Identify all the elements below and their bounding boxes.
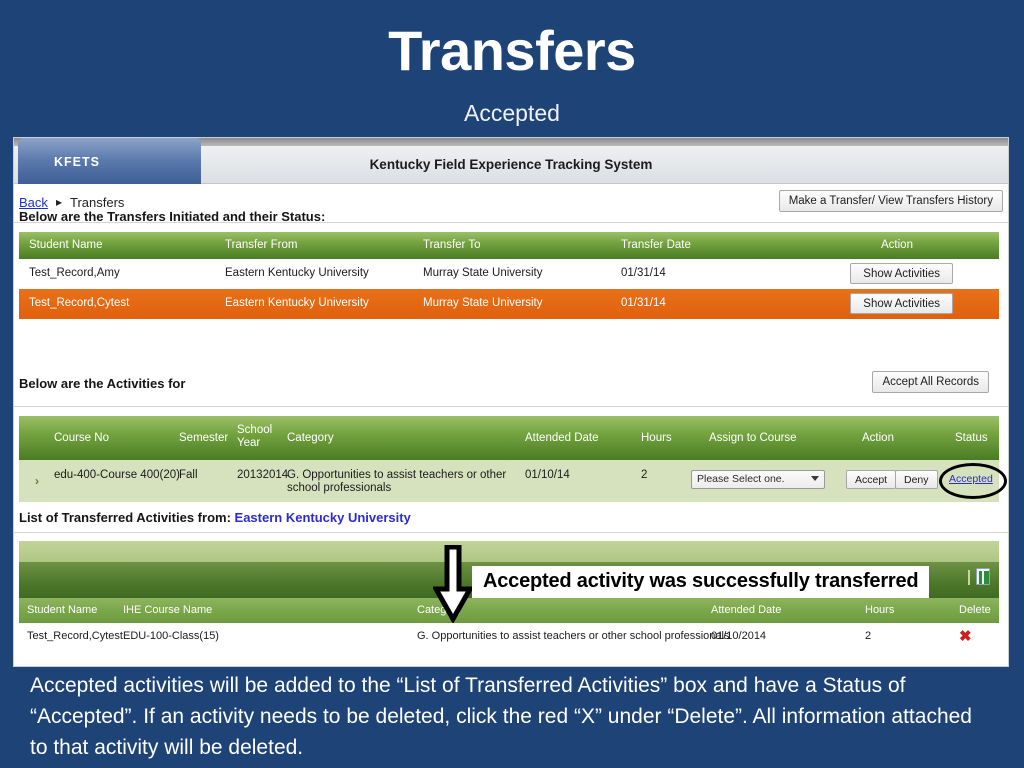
chevron-right-icon: ▸ <box>56 195 63 209</box>
cell-transfer-to: Murray State University <box>423 267 543 279</box>
cell-attended-date: 01/10/14 <box>525 469 570 481</box>
cell-category: G. Opportunities to assist teachers or o… <box>287 469 507 494</box>
column-header-action: Action <box>881 239 913 251</box>
column-header-semester: Semester <box>179 432 229 444</box>
page-title: Transfers <box>388 19 636 82</box>
activities-table: Course No Semester School Year Category A… <box>19 416 1007 502</box>
column-header-attended-date: Attended Date <box>525 432 599 444</box>
cell-course-no: edu-400-Course 400(20) <box>54 469 180 481</box>
kfets-tab-label: KFETS <box>54 155 100 169</box>
divider <box>14 532 1008 533</box>
accept-button[interactable]: Accept <box>846 470 897 489</box>
callout-annotation: Accepted activity was successfully trans… <box>472 566 930 598</box>
cell-school-year: 20132014 <box>237 469 289 481</box>
transferred-label-university: Eastern Kentucky University <box>234 510 411 525</box>
table-row[interactable]: › edu-400-Course 400(20) Fall 20132014 G… <box>19 460 1007 502</box>
cell-transfer-date: 01/31/14 <box>621 267 666 279</box>
cell-transfer-to: Murray State University <box>423 297 543 309</box>
column-header-transfer-to: Transfer To <box>423 239 481 251</box>
cell-student-name: Test_Record,Amy <box>29 267 120 279</box>
cell-hours: 2 <box>865 630 872 642</box>
table-toolbar-band-light <box>19 541 999 562</box>
delete-row-icon[interactable]: ✖ <box>959 627 972 645</box>
breadcrumb-current: Transfers <box>70 195 125 210</box>
column-header-ihe-course-name: IHE Course Name <box>123 604 213 616</box>
expand-row-icon[interactable]: › <box>27 460 47 502</box>
assign-to-course-value: Please Select one. <box>697 473 785 485</box>
page-subtitle: Accepted <box>464 100 560 126</box>
deny-button[interactable]: Deny <box>895 470 938 489</box>
accept-all-records-button[interactable]: Accept All Records <box>872 371 989 393</box>
column-header-status: Status <box>955 432 988 444</box>
column-header-school-year: School Year <box>237 424 273 449</box>
cell-attended-date: 01/10/2014 <box>711 630 767 642</box>
column-header-transfer-from: Transfer From <box>225 239 298 251</box>
table-header-row: Course No Semester School Year Category A… <box>19 416 999 460</box>
table-header-row: Student Name Transfer From Transfer To T… <box>19 232 999 259</box>
make-transfer-button[interactable]: Make a Transfer/ View Transfers History <box>778 190 1003 212</box>
transfers-table: Student Name Transfer From Transfer To T… <box>19 232 999 319</box>
table-row[interactable]: Test_Record,Cytest Eastern Kentucky Univ… <box>19 289 999 319</box>
column-header-category: Category <box>287 432 334 444</box>
table-row[interactable]: Test_Record,Cytest EDU-100-Class(15) G. … <box>19 623 999 650</box>
column-header-attended-date: Attended Date <box>711 604 782 616</box>
column-header-hours: Hours <box>865 604 895 616</box>
show-activities-button[interactable]: Show Activities <box>850 263 953 284</box>
slide-caption: Accepted activities will be added to the… <box>30 674 972 759</box>
kfets-tab[interactable]: KFETS <box>18 138 201 184</box>
cell-ihe-course-name: EDU-100-Class(15) <box>123 630 219 642</box>
column-header-hours: Hours <box>641 432 672 444</box>
divider <box>14 406 1008 407</box>
cell-student-name: Test_Record,Cytest <box>29 297 130 309</box>
table-row[interactable]: Test_Record,Amy Eastern Kentucky Univers… <box>19 259 999 289</box>
cell-transfer-from: Eastern Kentucky University <box>225 297 369 309</box>
column-header-student-name: Student Name <box>27 604 98 616</box>
column-header-transfer-date: Transfer Date <box>621 239 691 251</box>
column-header-category: Category <box>417 604 462 616</box>
transfers-section-label: Below are the Transfers Initiated and th… <box>19 209 326 224</box>
cell-transfer-from: Eastern Kentucky University <box>225 267 369 279</box>
cell-semester: Fall <box>179 469 198 481</box>
chevron-down-icon <box>811 476 819 481</box>
cell-transfer-date: 01/31/14 <box>621 297 666 309</box>
cell-hours: 2 <box>641 469 648 481</box>
column-header-action: Action <box>862 432 894 444</box>
activities-section-label: Below are the Activities for <box>19 376 186 391</box>
toolbar-divider <box>968 570 970 585</box>
column-header-course-no: Course No <box>54 432 109 444</box>
table-header-row: Student Name IHE Course Name Category At… <box>19 598 999 623</box>
transferred-label-prefix: List of Transferred Activities from: <box>19 510 231 525</box>
column-header-student-name: Student Name <box>29 239 103 251</box>
cell-category: G. Opportunities to assist teachers or o… <box>417 630 730 642</box>
back-link[interactable]: Back <box>19 195 48 210</box>
column-header-assign-to-course: Assign to Course <box>709 432 797 444</box>
cell-student-name: Test_Record,Cytest <box>27 630 123 642</box>
column-header-delete: Delete <box>959 604 991 616</box>
status-accepted-link[interactable]: Accepted <box>949 473 993 485</box>
show-activities-button[interactable]: Show Activities <box>850 293 953 314</box>
transferred-list-label: List of Transferred Activities from: Eas… <box>19 510 411 525</box>
excel-export-icon[interactable] <box>976 568 990 585</box>
assign-to-course-select[interactable]: Please Select one. <box>691 470 825 489</box>
